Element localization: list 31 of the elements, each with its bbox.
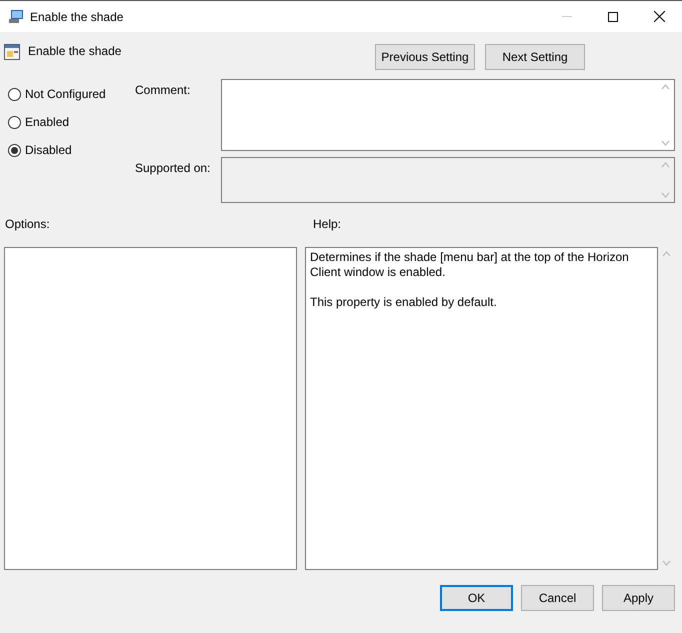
supported-on-label: Supported on: [135, 160, 212, 177]
setting-nav-button[interactable]: Next Setting [485, 44, 585, 70]
options-label: Options: [4, 217, 51, 233]
close-icon[interactable] [654, 11, 664, 22]
radio-label: Not Configured [25, 87, 106, 101]
radio-button[interactable] [8, 88, 21, 100]
maximize-icon[interactable] [608, 12, 618, 22]
help-text: Determines if the shade [menu bar] at the top of the Horizon Client window is enabled. [310, 250, 630, 280]
comment-label: Comment: [135, 82, 192, 99]
dialog-button[interactable]: Apply [602, 585, 675, 611]
scroll-down-icon[interactable] [662, 560, 671, 566]
help-text: This property is enabled by default. [310, 295, 498, 310]
help-label: Help: [312, 217, 342, 233]
radio-button[interactable] [8, 144, 21, 156]
scroll-up-icon[interactable] [661, 162, 670, 168]
window-title: Enable the shade [30, 10, 124, 24]
minimize-icon[interactable] [562, 16, 572, 17]
setting-nav-button[interactable]: Previous Setting [375, 44, 475, 70]
scroll-down-icon[interactable] [661, 140, 670, 146]
radio-button[interactable] [8, 116, 21, 128]
scroll-down-icon[interactable] [661, 192, 670, 198]
radio-label: Enabled [25, 115, 70, 129]
dialog-button[interactable]: OK [440, 585, 513, 611]
radio-label: Disabled [25, 143, 72, 157]
comment-field[interactable] [221, 79, 675, 151]
setting-title: Enable the shade [28, 44, 122, 58]
policy-setting-icon [4, 44, 20, 60]
dialog-button[interactable]: Cancel [521, 585, 594, 611]
computer-icon [8, 9, 24, 24]
scroll-up-icon[interactable] [662, 251, 671, 257]
scroll-up-icon[interactable] [661, 84, 670, 90]
